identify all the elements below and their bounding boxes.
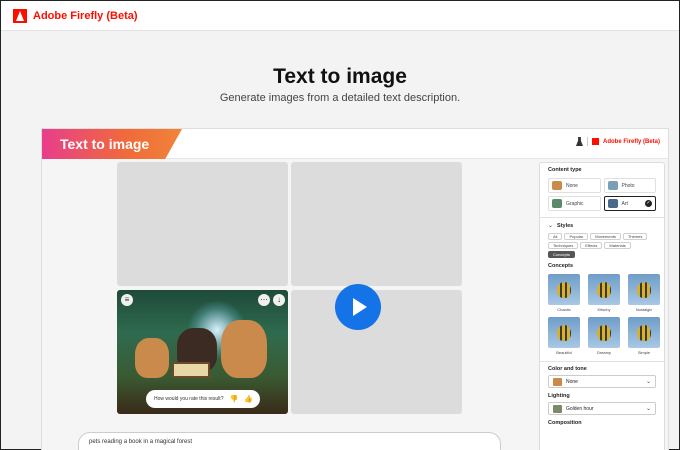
balloon-icon [557,324,571,341]
color-tone-thumbnail-icon [553,377,562,386]
content-type-none[interactable]: None [548,178,601,193]
art-thumbnail-icon [607,199,618,208]
balloon-icon [637,324,651,341]
prompt-input[interactable]: pets reading a book in a magical forest [78,432,501,450]
balloon-icon [557,281,571,298]
composition-label: Composition [548,420,582,426]
concepts-label: Concepts [548,263,574,269]
content-type-label: Content type [548,167,582,173]
chip-all[interactable]: All [548,233,563,240]
photo-thumbnail-icon [607,181,618,190]
concept-label: Simple [637,350,651,355]
brand-name[interactable]: Adobe Firefly (Beta) [33,10,138,22]
rating-prompt: How would you rate this result? 👎 👍 [146,390,260,408]
chip-movements[interactable]: Movements [590,233,621,240]
balloon-thumbnail [548,317,580,348]
graphic-thumbnail-icon [552,199,562,208]
divider [586,137,588,146]
concept-simple[interactable]: Simple [628,317,660,355]
styles-label: Styles [557,222,574,229]
content-type-grid: None Photo Graphic Art ✓ [548,178,656,211]
none-thumbnail-icon [552,181,562,190]
top-bar: Adobe Firefly (Beta) [1,1,679,31]
image-tile-3[interactable]: ≡ ⋯ ↓ How would you rate this result? 👎 … [117,290,288,414]
balloon-thumbnail [628,317,660,348]
styles-header[interactable]: ⌄ Styles [548,222,656,230]
divider [540,361,664,362]
content-type-label-art: Art [621,200,628,207]
lighting-dropdown[interactable]: Golden hour ⌄ [548,402,656,415]
concept-nostalgic[interactable]: Nostalgic [628,274,660,312]
content-type-graphic[interactable]: Graphic [548,196,601,211]
chip-concepts[interactable]: Concepts [548,251,575,258]
thumbs-up-icon[interactable]: 👍 [244,395,253,403]
style-chips: All Popular Movements Themes Techniques … [548,233,656,258]
more-options-icon[interactable]: ⋯ [258,294,270,306]
chip-materials[interactable]: Materials [604,242,631,249]
chip-effects[interactable]: Effects [580,242,603,249]
chip-popular[interactable]: Popular [564,233,589,240]
balloon-icon [597,281,611,298]
chip-techniques[interactable]: Techniques [548,242,579,249]
content-type-photo[interactable]: Photo [603,178,656,193]
concept-label: Chaotic [557,307,571,312]
color-tone-dropdown[interactable]: None ⌄ [548,375,656,388]
page-subtitle: Generate images from a detailed text des… [219,92,461,104]
balloon-icon [597,324,611,341]
concept-dreamy[interactable]: Dreamy [588,317,620,355]
lighting-thumbnail-icon [553,404,562,413]
lighting-value: Golden hour [566,405,594,412]
content-type-label-photo: Photo [621,182,635,189]
play-video-button[interactable] [335,284,381,330]
select-icon[interactable]: ≡ [121,294,133,306]
concept-label: Nostalgic [635,307,653,312]
thumbs-down-icon[interactable]: 👎 [229,395,238,403]
balloon-icon [637,281,651,298]
app-screenshot-frame: Text to image Adobe Firefly (Beta) ≡ ⋯ ↓… [41,128,669,450]
balloon-thumbnail [628,274,660,305]
image-tile-2[interactable] [291,162,462,286]
concepts-grid: Chaotic Kitschy Nostalgic Beautiful Drea… [548,274,660,355]
header-right: Adobe Firefly (Beta) [575,137,660,146]
content-type-label-none: None [566,182,578,189]
color-tone-value: None [566,378,578,385]
lighting-label: Lighting [548,393,570,399]
concept-chaotic[interactable]: Chaotic [548,274,580,312]
concept-label: Beautiful [556,350,572,355]
chevron-down-icon: ⌄ [645,379,651,385]
adobe-mini-logo-icon [591,138,599,145]
app-header: Text to image Adobe Firefly (Beta) [42,129,668,159]
open-book [172,362,210,378]
concept-kitschy[interactable]: Kitschy [588,274,620,312]
adobe-logo-icon[interactable] [13,8,27,23]
settings-panel: Content type None Photo Graphic Art ✓ ⌄ S… [539,162,665,450]
concept-beautiful[interactable]: Beautiful [548,317,580,355]
text-to-image-banner: Text to image [42,129,182,159]
balloon-thumbnail [588,274,620,305]
header-brand[interactable]: Adobe Firefly (Beta) [603,139,660,145]
download-icon[interactable]: ↓ [273,294,285,306]
balloon-thumbnail [548,274,580,305]
divider [540,217,664,218]
rating-text: How would you rate this result? [154,396,224,402]
page-title: Text to image [273,65,407,88]
chevron-down-icon: ⌄ [548,223,554,229]
concept-label: Kitschy [597,307,611,312]
content-type-label-graphic: Graphic [566,200,584,207]
content-type-art[interactable]: Art ✓ [603,196,656,211]
check-icon: ✓ [645,200,652,207]
image-tile-1[interactable] [117,162,288,286]
concept-label: Dreamy [596,350,611,355]
chevron-down-icon: ⌄ [645,406,651,412]
puppy-right [221,320,267,378]
balloon-thumbnail [588,317,620,348]
beta-flask-icon[interactable] [575,137,583,146]
puppy-left [135,338,169,378]
color-tone-label: Color and tone [548,366,587,372]
chip-themes[interactable]: Themes [622,233,648,240]
